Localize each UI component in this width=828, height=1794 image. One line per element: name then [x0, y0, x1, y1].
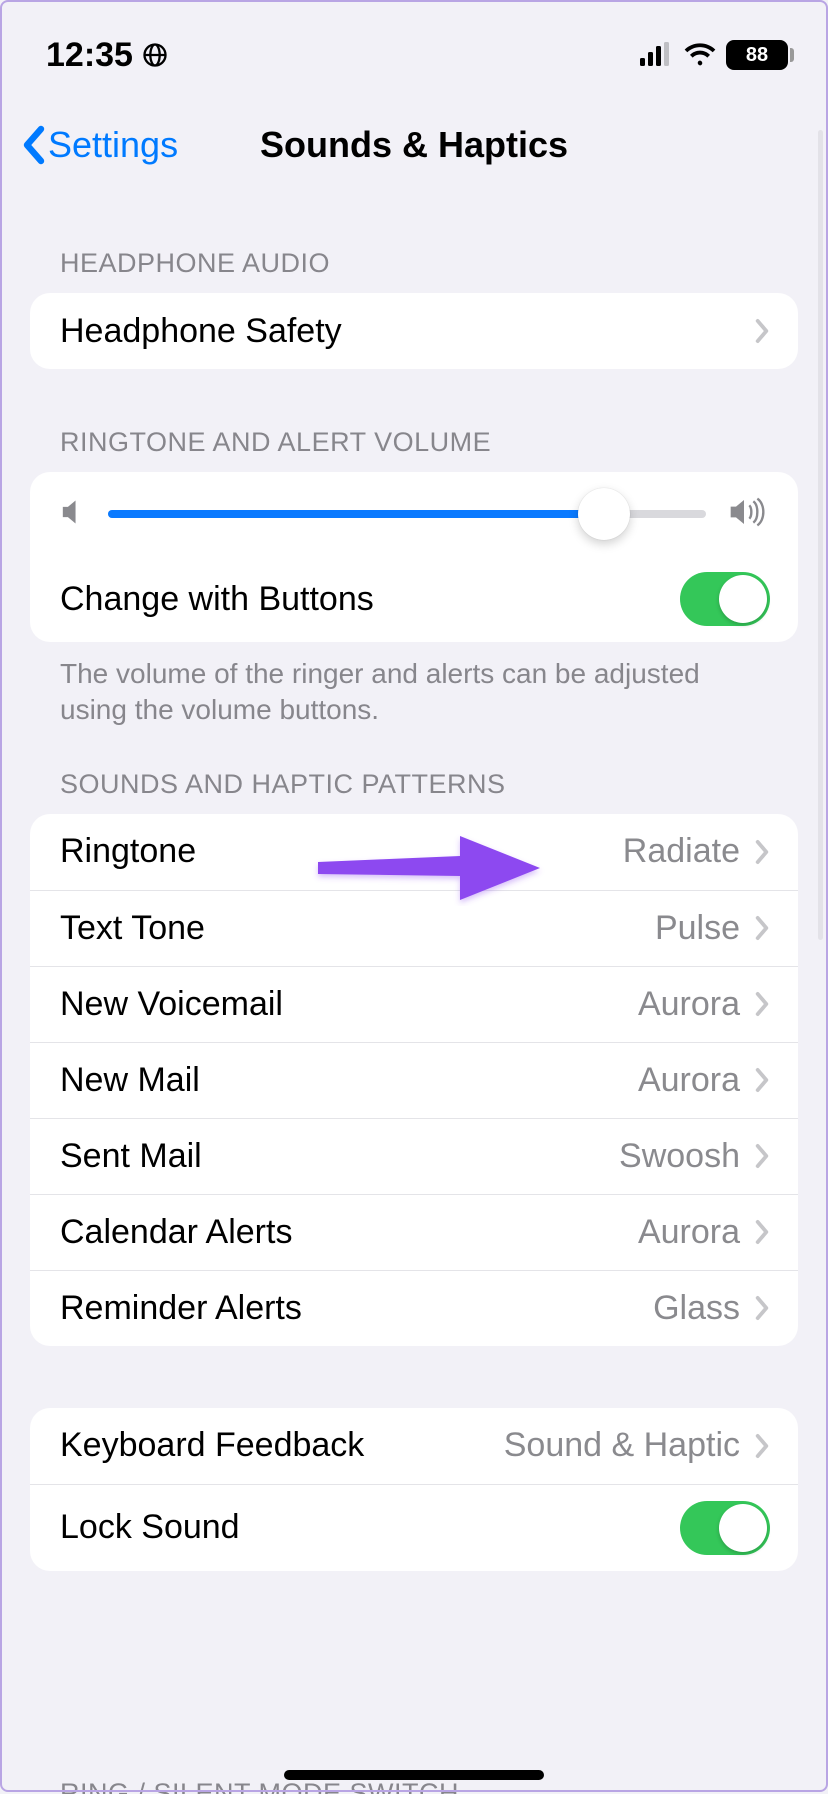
page-title: Sounds & Haptics [260, 124, 568, 166]
chevron-left-icon [20, 125, 46, 165]
globe-icon [141, 41, 169, 69]
row-label: Keyboard Feedback [60, 1426, 364, 1465]
volume-slider[interactable] [108, 494, 706, 534]
row-label: Reminder Alerts [60, 1289, 302, 1328]
lock-sound-toggle[interactable] [680, 1501, 770, 1555]
row-value: Aurora [638, 1061, 740, 1100]
slider-thumb[interactable] [578, 488, 630, 540]
speaker-high-icon [728, 497, 768, 532]
section-header-headphone: HEADPHONE AUDIO [0, 248, 828, 293]
row-label: Text Tone [60, 909, 205, 948]
battery-pct: 88 [746, 44, 768, 67]
row-label: Sent Mail [60, 1137, 202, 1176]
battery-icon: 88 [726, 40, 788, 70]
row-value: Glass [653, 1289, 740, 1328]
chevron-right-icon [754, 1067, 770, 1093]
chevron-right-icon [754, 318, 770, 344]
volume-slider-row [30, 472, 798, 556]
group-headphone: Headphone Safety [30, 293, 798, 369]
status-bar: 12:35 88 [0, 0, 828, 90]
cellular-icon [640, 36, 674, 75]
nav-bar: Settings Sounds & Haptics [0, 100, 828, 190]
group-volume: Change with Buttons [30, 472, 798, 642]
chevron-right-icon [754, 1433, 770, 1459]
annotation-arrow-icon [310, 826, 550, 906]
wifi-icon [684, 36, 716, 75]
row-label: New Mail [60, 1061, 200, 1100]
section-header-volume: RINGTONE AND ALERT VOLUME [0, 427, 828, 472]
row-reminder-alerts[interactable]: Reminder Alerts Glass [30, 1270, 798, 1346]
change-with-buttons-toggle[interactable] [680, 572, 770, 626]
row-value: Radiate [623, 832, 740, 871]
back-button[interactable]: Settings [20, 100, 178, 190]
status-time: 12:35 [46, 36, 133, 75]
row-sent-mail[interactable]: Sent Mail Swoosh [30, 1118, 798, 1194]
row-new-mail[interactable]: New Mail Aurora [30, 1042, 798, 1118]
chevron-right-icon [754, 1295, 770, 1321]
row-label: Lock Sound [60, 1508, 240, 1547]
group-other: Keyboard Feedback Sound & Haptic Lock So… [30, 1408, 798, 1571]
row-value: Swoosh [619, 1137, 740, 1176]
row-change-with-buttons: Change with Buttons [30, 556, 798, 642]
row-value: Aurora [638, 985, 740, 1024]
section-header-patterns: SOUNDS AND HAPTIC PATTERNS [0, 769, 828, 814]
row-new-voicemail[interactable]: New Voicemail Aurora [30, 966, 798, 1042]
row-label: Calendar Alerts [60, 1213, 292, 1252]
row-label: Change with Buttons [60, 580, 374, 619]
speaker-low-icon [60, 498, 86, 531]
home-indicator [284, 1770, 544, 1780]
row-label: Headphone Safety [60, 312, 342, 351]
row-value: Sound & Haptic [504, 1426, 740, 1465]
chevron-right-icon [754, 915, 770, 941]
back-label: Settings [48, 124, 178, 166]
row-keyboard-feedback[interactable]: Keyboard Feedback Sound & Haptic [30, 1408, 798, 1484]
row-calendar-alerts[interactable]: Calendar Alerts Aurora [30, 1194, 798, 1270]
row-headphone-safety[interactable]: Headphone Safety [30, 293, 798, 369]
scroll-indicator [818, 130, 823, 940]
row-value: Pulse [655, 909, 740, 948]
chevron-right-icon [754, 991, 770, 1017]
footer-text-volume: The volume of the ringer and alerts can … [0, 642, 828, 729]
row-label: New Voicemail [60, 985, 283, 1024]
row-value: Aurora [638, 1213, 740, 1252]
row-lock-sound: Lock Sound [30, 1484, 798, 1571]
row-label: Ringtone [60, 832, 196, 871]
chevron-right-icon [754, 1143, 770, 1169]
chevron-right-icon [754, 839, 770, 865]
chevron-right-icon [754, 1219, 770, 1245]
